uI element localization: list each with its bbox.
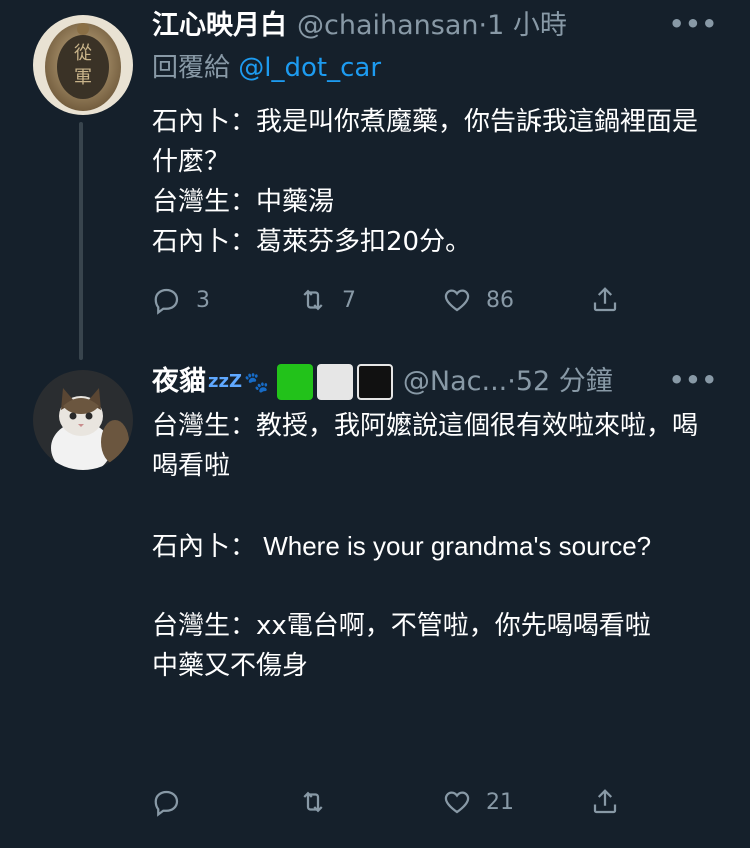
black-square-emoji (356, 364, 393, 400)
tweet-line: 台灣生：教授，我阿嬤說這個很有效啦來啦，喝喝看啦 (152, 411, 699, 481)
like-button[interactable]: 86 (442, 280, 514, 320)
tweet-1-text: 石內卜：我是叫你煮魔藥，你告訴我這鍋裡面是什麼？ 台灣生：中藥湯 石內卜：葛萊芬… (152, 102, 712, 262)
user-handle[interactable]: @chaihansan (297, 8, 479, 44)
replying-to: 回覆給 @l_dot_car (152, 50, 381, 86)
heart-icon (444, 289, 470, 312)
retweet-icon (303, 289, 323, 311)
reply-icon (154, 288, 179, 315)
tweet-2-actions: 21 (152, 782, 632, 822)
retweet-icon (303, 791, 323, 813)
more-options-button[interactable]: ••• (669, 366, 718, 394)
thread-line (79, 122, 83, 360)
reply-button[interactable]: 3 (152, 280, 210, 320)
reply-count: 3 (196, 287, 210, 313)
retweet-button[interactable]: 7 (298, 280, 356, 320)
tweet-line: 石內卜：我是叫你煮魔藥，你告訴我這鍋裡面是什麼？ (152, 107, 699, 177)
tweet-2-text: 台灣生：教授，我阿嬤說這個很有效啦來啦，喝喝看啦 石內卜： Where is y… (152, 406, 712, 686)
green-square-emoji (276, 364, 313, 400)
paw-prints-emoji: 🐾 (244, 370, 269, 394)
timestamp[interactable]: 52 分鐘 (516, 364, 613, 400)
share-icon (593, 789, 617, 814)
zzz-emoji: zzZ (208, 371, 243, 392)
like-count: 86 (486, 287, 514, 313)
tweet-1: 從 軍 江心映月白 @chaihansan · 1 小時 ••• 回覆給 @l_… (0, 0, 750, 360)
retweet-button[interactable] (298, 782, 342, 822)
user-handle[interactable]: @Nac... (403, 364, 507, 400)
share-button[interactable] (590, 280, 620, 320)
svg-text:軍: 軍 (74, 67, 92, 88)
tweet-line: 台灣生：中藥湯 (152, 187, 335, 217)
tweet-2-header: 夜貓 zzZ 🐾 @Nac... · 52 分鐘 (152, 364, 613, 400)
separator-dot: · (478, 10, 488, 41)
retweet-count: 7 (342, 287, 356, 313)
heart-icon (444, 791, 470, 814)
mention-link[interactable]: @l_dot_car (238, 53, 381, 83)
tweet-1-header: 江心映月白 @chaihansan · 1 小時 (152, 8, 567, 44)
timestamp[interactable]: 1 小時 (487, 8, 567, 44)
tweet-1-actions: 3 7 86 (152, 280, 632, 320)
reply-icon (154, 790, 179, 817)
tweet-2: 夜貓 zzZ 🐾 @Nac... · 52 分鐘 ••• 台灣生：教授，我阿嬤說… (0, 360, 750, 848)
tweet-line: 石內卜： Where is your grandma's source? (152, 531, 652, 561)
tweet-line-blank (152, 566, 712, 606)
tweet-line-blank (152, 486, 712, 526)
share-button[interactable] (590, 782, 620, 822)
tweet-line: 石內卜：葛萊芬多扣20分。 (152, 227, 472, 257)
avatar-jiangxin[interactable]: 從 軍 (33, 15, 133, 115)
white-square-emoji (316, 364, 353, 400)
display-name[interactable]: 江心映月白 (152, 8, 287, 44)
like-count: 21 (486, 789, 514, 815)
seal-badge-icon: 從 軍 (33, 15, 133, 115)
like-button[interactable]: 21 (442, 782, 514, 822)
separator-dot: · (507, 366, 516, 397)
tweet-line: 台灣生：xx電台啊，不管啦，你先喝喝看啦 (152, 611, 651, 641)
svg-text:從: 從 (74, 43, 92, 64)
tweet-line: 中藥又不傷身 (152, 651, 309, 681)
share-icon (593, 287, 617, 312)
avatar-yemao[interactable] (33, 370, 133, 470)
display-name[interactable]: 夜貓 (152, 364, 206, 400)
replying-prefix: 回覆給 (152, 53, 231, 83)
cat-avatar-icon (33, 370, 133, 470)
more-options-button[interactable]: ••• (669, 10, 718, 38)
reply-button[interactable] (152, 782, 196, 822)
